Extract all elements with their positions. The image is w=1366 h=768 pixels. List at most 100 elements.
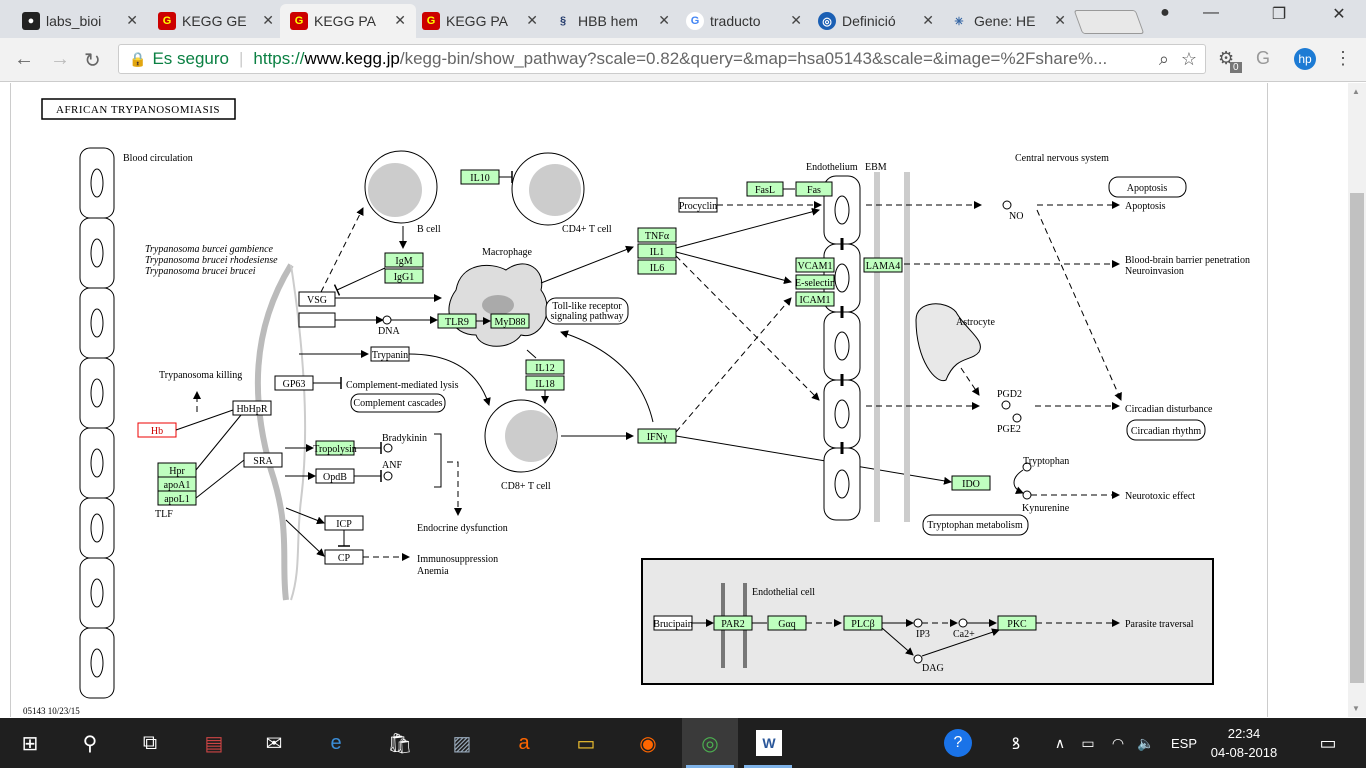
edge-icon[interactable]: e: [320, 727, 352, 759]
bookmark-star-icon[interactable]: ☆: [1181, 49, 1197, 70]
menu-icon[interactable]: ⋮: [1334, 48, 1352, 69]
tab-3-active[interactable]: G KEGG PA ✕: [280, 4, 416, 38]
windows-start-icon[interactable]: ⊞: [14, 727, 46, 759]
new-tab-button[interactable]: [1073, 10, 1145, 34]
people-icon[interactable]: ꝸ: [1000, 727, 1032, 759]
maximize-button[interactable]: ❐: [1256, 4, 1302, 24]
kegg-icon: G: [158, 12, 176, 30]
gene-label: IL18: [535, 379, 554, 390]
close-icon[interactable]: ✕: [1054, 12, 1066, 29]
blood-cells-column: [79, 147, 115, 699]
close-icon[interactable]: ✕: [658, 12, 670, 29]
mail-icon[interactable]: ✉: [258, 727, 290, 759]
google-icon: G: [686, 12, 704, 30]
close-icon[interactable]: ✕: [262, 12, 274, 29]
neurotoxic-label: Neurotoxic effect: [1125, 491, 1195, 502]
extension-badge: 0: [1230, 62, 1242, 73]
omnibox[interactable]: 🔒 Es seguro | https://www.kegg.jp/kegg-b…: [118, 44, 1206, 74]
gene-label: Gαq: [778, 619, 795, 630]
endothelial-cell-label: Endothelial cell: [752, 587, 815, 598]
extension-g-icon[interactable]: G: [1256, 48, 1270, 69]
word-icon[interactable]: W: [756, 730, 782, 756]
language-indicator[interactable]: ESP: [1164, 727, 1204, 759]
store-icon[interactable]: 🛍: [384, 727, 416, 759]
close-icon[interactable]: ✕: [790, 12, 802, 29]
scroll-up-icon[interactable]: ▲: [1352, 87, 1360, 96]
tab-6[interactable]: G traducto ✕: [676, 4, 812, 38]
file-explorer-icon[interactable]: ▭: [570, 727, 602, 759]
ensembl-icon: ✳: [954, 15, 964, 28]
blood-circulation-label: Blood circulation: [123, 153, 193, 164]
address-toolbar: ← → ↻ 🔒 Es seguro | https://www.kegg.jp/…: [0, 38, 1366, 82]
endothelium-cells: [823, 175, 861, 521]
profile-icon[interactable]: ●: [1142, 4, 1188, 22]
help-icon[interactable]: ?: [944, 729, 972, 757]
close-icon[interactable]: ✕: [126, 12, 138, 29]
back-button[interactable]: ←: [14, 48, 34, 71]
clock-time: 22:34: [1227, 726, 1261, 741]
close-window-button[interactable]: ✕: [1316, 4, 1362, 24]
battery-icon[interactable]: ▭: [1072, 727, 1104, 759]
anf-label: ANF: [382, 460, 402, 471]
compound-label: HbHpR: [236, 404, 267, 415]
gene-label: IL6: [650, 263, 664, 274]
tab-7[interactable]: ◎ Definició ✕: [808, 4, 944, 38]
tab-2[interactable]: G KEGG GE ✕: [148, 4, 284, 38]
winrar-icon[interactable]: ▤: [198, 727, 230, 759]
minimize-button[interactable]: —: [1188, 4, 1234, 22]
tab-1[interactable]: ● labs_bioi ✕: [12, 4, 148, 38]
photos-icon[interactable]: ▨: [446, 727, 478, 759]
ip3-label: IP3: [916, 629, 930, 640]
tab-title: KEGG PA: [314, 13, 376, 29]
link-label: Circadian rhythm: [1131, 426, 1201, 437]
secure-indicator[interactable]: 🔒 Es seguro: [129, 49, 229, 69]
notifications-icon[interactable]: ▭: [1312, 727, 1344, 759]
scroll-down-icon[interactable]: ▼: [1352, 704, 1360, 713]
tab-title: Gene: HE: [974, 13, 1036, 29]
compound-label: ICP: [336, 519, 352, 530]
gene-label: VCAM1: [797, 261, 832, 272]
pathway-footer: 05143 10/23/15: [23, 706, 80, 716]
kegg-icon: G: [422, 12, 440, 30]
forward-button[interactable]: →: [50, 48, 70, 71]
gene-label: Fas: [807, 185, 821, 196]
zoom-icon[interactable]: ⌕: [1159, 49, 1169, 70]
close-icon[interactable]: ✕: [394, 12, 406, 29]
close-icon[interactable]: ✕: [922, 12, 934, 29]
firefox-icon[interactable]: ◉: [632, 727, 664, 759]
cns-label: Central nervous system: [1015, 153, 1109, 164]
url-host: www.kegg.jp: [304, 49, 400, 68]
scroll-thumb[interactable]: [1350, 193, 1364, 683]
secure-label: Es seguro: [152, 49, 229, 68]
reload-button[interactable]: ↻: [84, 48, 101, 73]
tab-4[interactable]: G KEGG PA ✕: [412, 4, 548, 38]
tab-title: KEGG PA: [446, 13, 508, 29]
compound-label: Tropolysin: [313, 444, 357, 455]
pathway-title: AFRICAN TRYPANOSOMIASIS: [56, 104, 220, 116]
pgd2-label: PGD2: [997, 389, 1022, 400]
search-icon[interactable]: ⚲: [74, 727, 106, 759]
tlf-label: TLF: [155, 509, 173, 520]
clock[interactable]: 22:34 04-08-2018: [1210, 724, 1278, 762]
avast-icon[interactable]: a: [508, 727, 540, 759]
tab-5[interactable]: § HBB hem ✕: [544, 4, 680, 38]
bbb-label: Blood-brain barrier penetration: [1125, 255, 1250, 266]
task-view-icon[interactable]: ⧉: [134, 727, 166, 759]
gene-label: IDO: [962, 479, 980, 490]
species-label-1: Trypanosoma burcei gambience: [145, 244, 274, 255]
compound-label: Procyclin: [679, 201, 717, 212]
hp-icon[interactable]: hp: [1294, 48, 1316, 70]
browser-tab-bar: ● labs_bioi ✕ G KEGG GE ✕ G KEGG PA ✕ G …: [0, 0, 1366, 38]
endothelium-label: Endothelium: [806, 162, 858, 173]
vertical-scrollbar[interactable]: ▲ ▼: [1348, 83, 1366, 717]
dag-label: DAG: [922, 663, 944, 674]
gene-label: PLCβ: [851, 619, 874, 630]
species-label-3: Trypanosoma brucei brucei: [145, 266, 256, 277]
tab-8[interactable]: ✳ Gene: HE ✕: [940, 4, 1076, 38]
chrome-icon[interactable]: ◎: [694, 727, 726, 759]
compound-label: CP: [338, 553, 351, 564]
gene-label: MyD88: [494, 317, 525, 328]
volume-icon[interactable]: 🔈: [1130, 727, 1162, 759]
url-text[interactable]: https://www.kegg.jp/kegg-bin/show_pathwa…: [253, 49, 1133, 69]
close-icon[interactable]: ✕: [526, 12, 538, 29]
